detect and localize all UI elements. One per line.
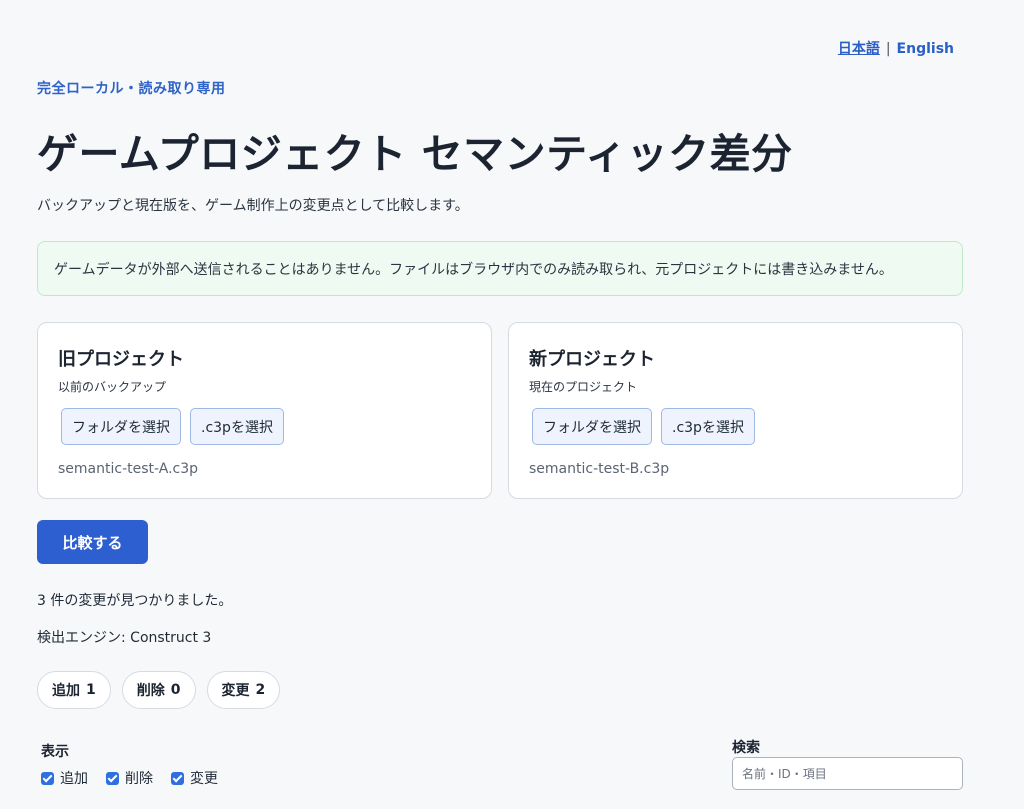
old-select-folder-button[interactable]: フォルダを選択: [61, 408, 181, 445]
language-separator: |: [885, 41, 891, 57]
search-input[interactable]: [732, 757, 963, 790]
search-label: 検索: [732, 740, 760, 756]
filter-option-label: 削除: [125, 771, 153, 787]
new-project-buttons: フォルダを選択 .c3pを選択: [532, 408, 755, 445]
old-project-subtitle: 以前のバックアップ: [58, 380, 167, 394]
summary-pill-removed[interactable]: 削除 0: [121, 671, 196, 709]
old-project-title: 旧プロジェクト: [58, 349, 184, 370]
old-project-buttons: フォルダを選択 .c3pを選択: [61, 408, 284, 445]
detected-engine-text: 検出エンジン: Construct 3: [37, 630, 212, 646]
summary-pill-count: 1: [86, 682, 96, 698]
new-project-card: 新プロジェクト 現在のプロジェクト フォルダを選択 .c3pを選択 semant…: [508, 322, 963, 499]
new-project-file-name: semantic-test-B.c3p: [529, 461, 670, 477]
summary-pill-changed[interactable]: 変更 2: [206, 671, 281, 709]
summary-pill-label: 追加: [52, 683, 80, 699]
language-english-link[interactable]: English: [897, 41, 954, 57]
eyebrow-label: 完全ローカル・読み取り専用: [37, 81, 226, 97]
page-title: ゲームプロジェクト セマンティック差分: [37, 130, 793, 178]
language-japanese-link[interactable]: 日本語: [838, 41, 880, 57]
privacy-notice: ゲームデータが外部へ送信されることはありません。ファイルはブラウザ内でのみ読み取…: [37, 241, 963, 296]
filter-option-label: 変更: [190, 771, 218, 787]
summary-pill-label: 削除: [136, 683, 165, 699]
old-project-card: 旧プロジェクト 以前のバックアップ フォルダを選択 .c3pを選択 semant…: [37, 322, 492, 499]
privacy-notice-text: ゲームデータが外部へ送信されることはありません。ファイルはブラウザ内でのみ読み取…: [54, 261, 893, 278]
new-project-title: 新プロジェクト: [529, 349, 655, 370]
old-select-c3p-button[interactable]: .c3pを選択: [190, 408, 284, 445]
checkbox-checked-icon[interactable]: [171, 771, 184, 785]
new-select-folder-button[interactable]: フォルダを選択: [532, 408, 652, 445]
language-switcher: 日本語 | English: [838, 38, 954, 58]
summary-pill-count: 2: [255, 682, 266, 698]
result-count-text: 3 件の変更が見つかりました。: [37, 593, 233, 609]
filter-added-checkbox[interactable]: 追加: [41, 768, 88, 788]
summary-pill-count: 0: [170, 682, 181, 698]
page-subtitle: バックアップと現在版を、ゲーム制作上の変更点として比較します。: [37, 198, 469, 214]
new-select-c3p-button[interactable]: .c3pを選択: [661, 408, 755, 445]
checkbox-checked-icon[interactable]: [106, 771, 119, 785]
summary-pills: 追加 1 削除 0 変更 2: [37, 671, 281, 709]
filter-changed-checkbox[interactable]: 変更: [171, 768, 218, 788]
display-filter-options: 追加 削除 変更: [41, 768, 218, 788]
checkbox-checked-icon[interactable]: [41, 771, 54, 785]
summary-pill-added[interactable]: 追加 1: [37, 671, 111, 709]
new-project-subtitle: 現在のプロジェクト: [529, 380, 638, 394]
summary-pill-label: 変更: [221, 683, 250, 699]
display-filter-label: 表示: [41, 744, 69, 760]
compare-button[interactable]: 比較する: [37, 520, 148, 564]
filter-removed-checkbox[interactable]: 削除: [106, 768, 153, 788]
old-project-file-name: semantic-test-A.c3p: [58, 461, 199, 477]
filter-option-label: 追加: [60, 771, 88, 787]
